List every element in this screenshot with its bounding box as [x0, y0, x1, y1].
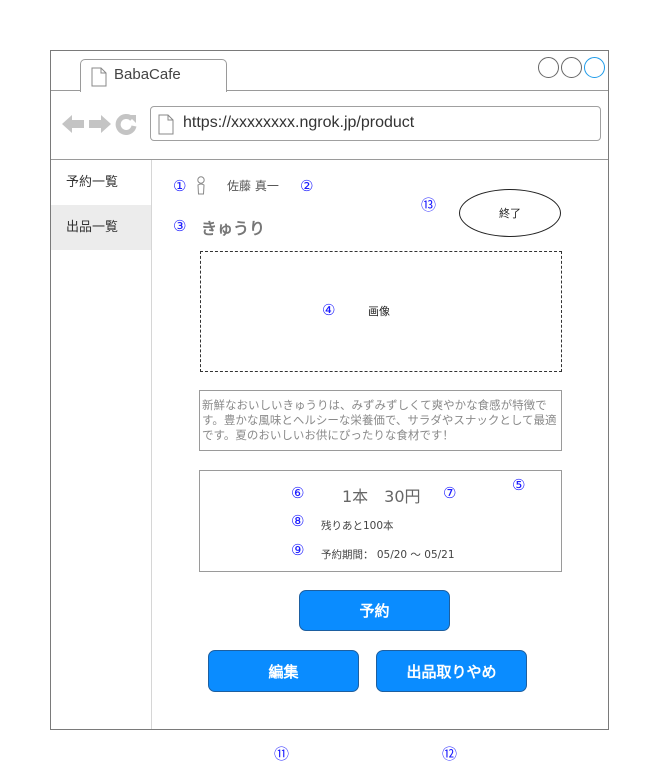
edit-button[interactable]: 編集	[208, 650, 359, 692]
cancel-listing-button[interactable]: 出品取りやめ	[376, 650, 527, 692]
annotation-4: ④	[322, 301, 336, 319]
annotation-2: ②	[300, 177, 314, 195]
window-circle-icon[interactable]	[561, 57, 582, 78]
tab-title: BabaCafe	[114, 66, 181, 83]
back-arrow-icon[interactable]	[61, 114, 85, 134]
reload-icon[interactable]	[115, 113, 137, 135]
url-field[interactable]: https://xxxxxxxx.ngrok.jp/product	[150, 106, 601, 141]
sidebar-item-reservations[interactable]: 予約一覧	[51, 160, 151, 205]
price-text: 1本 30円	[342, 487, 421, 506]
annotation-13: ⑬	[421, 196, 437, 214]
image-label: 画像	[368, 305, 390, 318]
price-info-box: ⑥ 1本 30円 ⑦ ⑧ 残りあと100本 ⑨ 予約期間： 05/20 ～ 05…	[199, 470, 562, 572]
nav-controls	[61, 113, 137, 135]
annotation-8: ⑧	[291, 512, 305, 530]
tab-bar: BabaCafe	[51, 51, 608, 92]
window-circle-icon[interactable]	[538, 57, 559, 78]
seller-name: 佐藤 真一	[227, 179, 279, 193]
product-detail: ① 佐藤 真一 ② ③ きゅうり ⑬ 終了 ④ 画像 新鮮なおいしいきゅうりは、…	[152, 160, 608, 762]
page-icon	[158, 114, 174, 135]
stock-text: 残りあと100本	[321, 520, 394, 532]
annotation-9: ⑨	[291, 541, 305, 559]
annotation-11: ⑪	[274, 745, 290, 763]
address-bar: https://xxxxxxxx.ngrok.jp/product	[51, 91, 608, 160]
product-description: 新鮮なおいしいきゅうりは、みずみずしくて爽やかな食感が特徴です。豊かな風味とヘル…	[199, 390, 562, 451]
forward-arrow-icon[interactable]	[88, 114, 112, 134]
description-text: 新鮮なおいしいきゅうりは、みずみずしくて爽やかな食感が特徴です。豊かな風味とヘル…	[202, 398, 557, 442]
url-text: https://xxxxxxxx.ngrok.jp/product	[183, 114, 415, 131]
reserve-button[interactable]: 予約	[299, 590, 450, 631]
sidebar: 予約一覧 出品一覧	[51, 160, 152, 729]
annotation-1: ①	[173, 177, 187, 195]
sidebar-item-listings[interactable]: 出品一覧	[51, 205, 151, 250]
annotation-12: ⑫	[442, 745, 458, 763]
annotation-3: ③	[173, 217, 187, 235]
annotation-6: ⑥	[291, 484, 305, 502]
reservation-period: 予約期間： 05/20 ～ 05/21	[321, 549, 455, 561]
product-image-placeholder: ④ 画像	[200, 251, 562, 372]
annotation-7: ⑦	[443, 484, 457, 502]
window-controls	[538, 57, 605, 78]
product-name: きゅうり	[201, 219, 266, 238]
browser-tab[interactable]: BabaCafe	[80, 59, 227, 92]
end-button[interactable]: 終了	[459, 189, 561, 237]
page-icon	[91, 67, 107, 87]
browser-window: BabaCafe https://xxxxxxxx.ngrok.jp/produ…	[50, 50, 609, 762]
window-circle-icon[interactable]	[584, 57, 605, 78]
user-icon	[197, 176, 205, 195]
